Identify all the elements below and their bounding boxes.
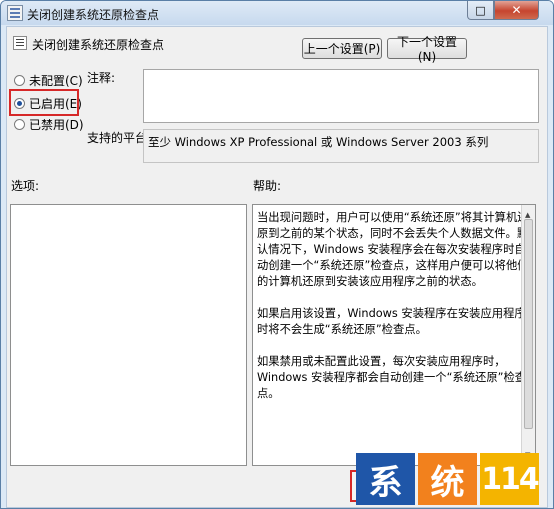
radio-circle[interactable] [14, 75, 25, 86]
watermark-logo: 系 统 114 [356, 453, 546, 505]
watermark-tile: 114 [480, 453, 540, 505]
window-title: 关闭创建系统还原检查点 [27, 8, 160, 22]
setting-title: 关闭创建系统还原检查点 [32, 38, 165, 52]
dialog-body: 关闭创建系统还原检查点 上一个设置(P) 下一个设置(N) 未配置(C) 已启用… [6, 26, 548, 508]
dialog-window: 关闭创建系统还原检查点 □ ✕ 关闭创建系统还原检查点 上一个设置(P) 下一个… [0, 0, 554, 509]
radio-disabled[interactable]: 已禁用(D) [14, 116, 84, 133]
platform-label: 支持的平台: [87, 131, 152, 145]
radio-not-configured[interactable]: 未配置(C) [14, 72, 83, 89]
watermark-tile: 系 [356, 453, 415, 505]
scroll-thumb[interactable] [524, 219, 533, 429]
help-paragraph: 如果启用该设置，Windows 安装程序在安装应用程序时将不会生成“系统还原”检… [257, 307, 526, 336]
platform-value: 至少 Windows XP Professional 或 Windows Ser… [143, 129, 539, 163]
next-setting-button[interactable]: 下一个设置(N) [387, 35, 467, 64]
help-paragraph: 如果禁用或未配置此设置，每次安装应用程序时，Windows 安装程序都会自动创建… [257, 355, 527, 400]
close-button[interactable]: ✕ [494, 1, 539, 20]
radio-label: 未配置(C) [29, 74, 83, 88]
setting-icon [13, 36, 27, 50]
title-bar: 关闭创建系统还原检查点 □ ✕ [1, 1, 553, 25]
comment-label: 注释: [87, 71, 116, 85]
help-paragraph: 当出现问题时，用户可以使用“系统还原”将其计算机还原到之前的某个状态，同时不会丢… [257, 211, 529, 288]
comment-field[interactable] [143, 69, 539, 123]
highlight-box [9, 89, 79, 116]
options-label: 选项: [11, 179, 40, 193]
radio-label: 已禁用(D) [29, 118, 84, 132]
maximize-button[interactable]: □ [467, 1, 494, 20]
policy-icon [7, 5, 23, 21]
radio-circle[interactable] [14, 119, 25, 130]
options-panel [10, 204, 247, 466]
help-label: 帮助: [253, 179, 282, 193]
watermark-tile: 统 [418, 453, 477, 505]
previous-setting-button[interactable]: 上一个设置(P) [302, 38, 382, 59]
help-scrollbar[interactable]: ▲ ▼ [521, 205, 535, 465]
help-panel: 当出现问题时，用户可以使用“系统还原”将其计算机还原到之前的某个状态，同时不会丢… [252, 204, 536, 466]
